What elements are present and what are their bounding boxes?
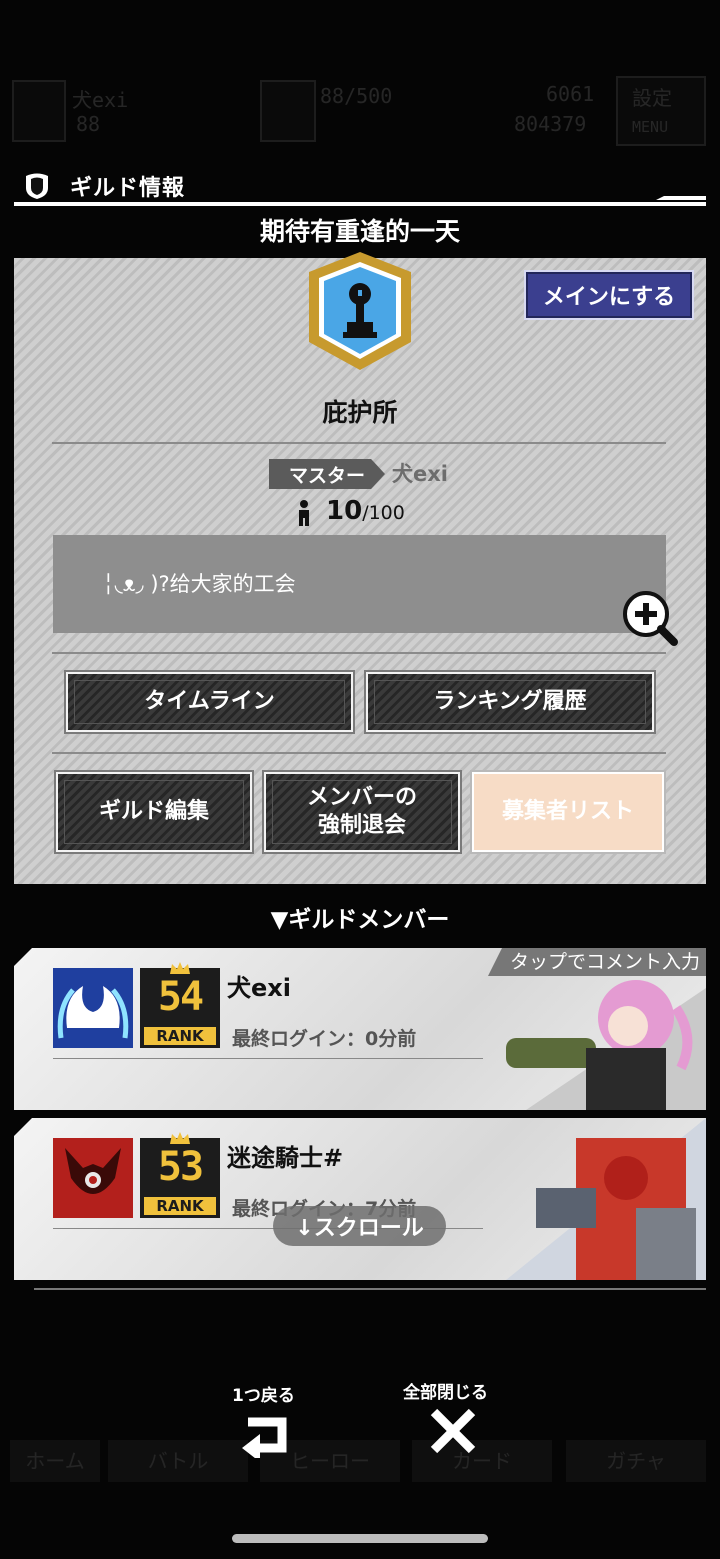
background-currency-1: 6061: [546, 82, 595, 106]
guild-edit-button[interactable]: ギルド編集: [56, 772, 252, 852]
comment-input-hint: タップでコメント入力: [487, 948, 706, 976]
member-count: 10/100: [326, 496, 405, 526]
guild-members-heading: ▼ギルドメンバー: [270, 907, 450, 933]
background-nav-battle: バトル: [108, 1440, 248, 1482]
member-avatar-icon: [53, 1138, 133, 1218]
background-player-level: 88: [76, 112, 101, 136]
divider: [52, 752, 666, 754]
recruit-list-button: 募集者リスト: [472, 772, 664, 852]
close-icon[interactable]: [428, 1406, 478, 1456]
home-indicator[interactable]: [232, 1534, 488, 1543]
ranking-history-button[interactable]: ランキング履歴: [366, 672, 654, 732]
rank-number: 54: [157, 974, 204, 1020]
list-bottom-divider: [34, 1288, 706, 1290]
header-divider: [14, 202, 706, 206]
master-tag: マスター: [269, 459, 385, 489]
set-main-guild-button[interactable]: メインにする: [524, 270, 694, 320]
divider: [52, 442, 666, 444]
member-card[interactable]: タップでコメント入力 54 RANK 犬exi 最終ログイン：0分前: [14, 948, 706, 1110]
header-corner-accent: [656, 196, 706, 200]
divider: [52, 652, 666, 654]
member-count-value: 10: [326, 496, 363, 526]
background-player-name: 犬exi: [72, 88, 129, 112]
member-name: 迷途騎士#: [227, 1144, 344, 1172]
member-avatar-icon: [53, 968, 133, 1048]
background-settings-label: 設定: [632, 86, 672, 110]
close-all-label: 全部閉じる: [403, 1383, 488, 1403]
background-avatar: [12, 80, 66, 142]
member-name: 犬exi: [227, 974, 291, 1002]
master-name: 犬exi: [392, 462, 448, 486]
page-title: ギルド情報: [70, 176, 186, 201]
member-count-icon: [299, 500, 309, 526]
background-hud: 犬exi 88 88/500 6061 804379 設定 MENU: [0, 70, 720, 150]
guild-shield-icon: [26, 173, 48, 199]
member-card[interactable]: 53 RANK 迷途騎士# 最終ログイン：7分前: [14, 1118, 706, 1280]
background-rank-badge: [260, 80, 316, 142]
member-divider: [53, 1058, 483, 1059]
back-label: 1つ戻る: [232, 1386, 295, 1406]
background-nav: ホーム バトル ヒーロー カード ガチャ: [0, 1360, 720, 1490]
guild-comment: ╎◟ᴥ◞ )?给大家的工会: [102, 572, 296, 596]
back-arrow-icon[interactable]: [240, 1408, 294, 1458]
background-currency-2: 804379: [514, 112, 587, 136]
background-menu-label: MENU: [632, 118, 669, 136]
force-kick-member-button[interactable]: メンバーの 強制退会: [264, 772, 460, 852]
rank-number: 53: [157, 1144, 204, 1190]
rank-badge: 53 RANK: [140, 1132, 220, 1218]
member-count-max: /100: [362, 502, 405, 524]
member-last-login: 最終ログイン：0分前: [232, 1028, 417, 1050]
rank-label: RANK: [144, 1027, 216, 1045]
guild-name: 期待有重逢的一天: [259, 217, 460, 246]
background-stamina: 88/500: [320, 84, 393, 108]
member-character-art: [506, 1118, 706, 1280]
crown-icon: [170, 1132, 190, 1144]
rank-label: RANK: [144, 1197, 216, 1215]
zoom-in-icon[interactable]: [622, 590, 678, 646]
background-nav-home: ホーム: [10, 1440, 100, 1482]
background-nav-gacha: ガチャ: [566, 1440, 706, 1482]
scroll-hint: ↓スクロール: [273, 1206, 446, 1246]
guild-emblem-icon: [309, 252, 411, 370]
recruit-list-button-label: 募集者リスト: [501, 799, 634, 824]
timeline-button[interactable]: タイムライン: [66, 672, 353, 732]
rank-badge: 54 RANK: [140, 962, 220, 1048]
crown-icon: [170, 962, 190, 974]
guild-subtitle: 庇护所: [322, 398, 398, 427]
